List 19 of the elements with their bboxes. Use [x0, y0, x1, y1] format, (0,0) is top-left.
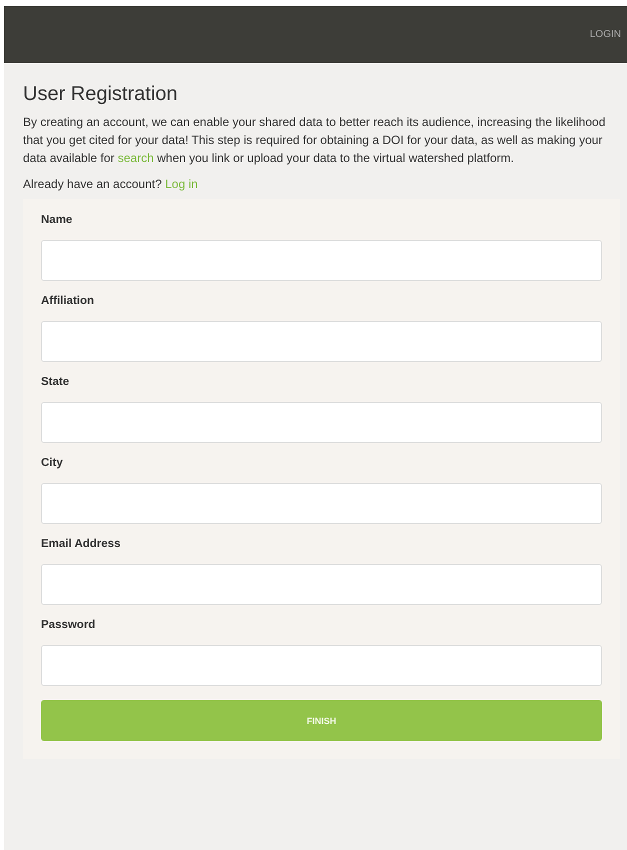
field-label: Name	[41, 213, 74, 228]
input-field[interactable]	[41, 483, 602, 524]
input-field[interactable]	[41, 321, 602, 362]
page-title: User Registration	[23, 83, 179, 106]
field-label: City	[41, 456, 64, 471]
finish-button[interactable]: FINISH	[41, 700, 602, 741]
field-label: Affiliation	[41, 294, 96, 309]
input-field[interactable]	[41, 402, 602, 443]
input-field[interactable]	[41, 564, 602, 605]
input-field[interactable]	[41, 645, 602, 686]
login-link[interactable]: Log in	[165, 177, 198, 191]
search-link[interactable]: search	[118, 151, 154, 165]
login-link[interactable]: LOGIN	[582, 29, 627, 40]
field-label: Email Address	[41, 537, 122, 552]
input-field[interactable]	[41, 240, 602, 281]
field-label: Password	[41, 618, 96, 633]
field-label: State	[41, 375, 70, 390]
account-prompt: Already have an account? Log in	[23, 176, 199, 193]
intro-paragraph: By creating an account, we can enable your shared data to better reach its audience, increasing the likelihood that you get cited for your data! This step is required for obtaining a DOI for your data, as well as making your data available for search when you link or upload your data to the virtual watershed platform.	[23, 114, 606, 167]
